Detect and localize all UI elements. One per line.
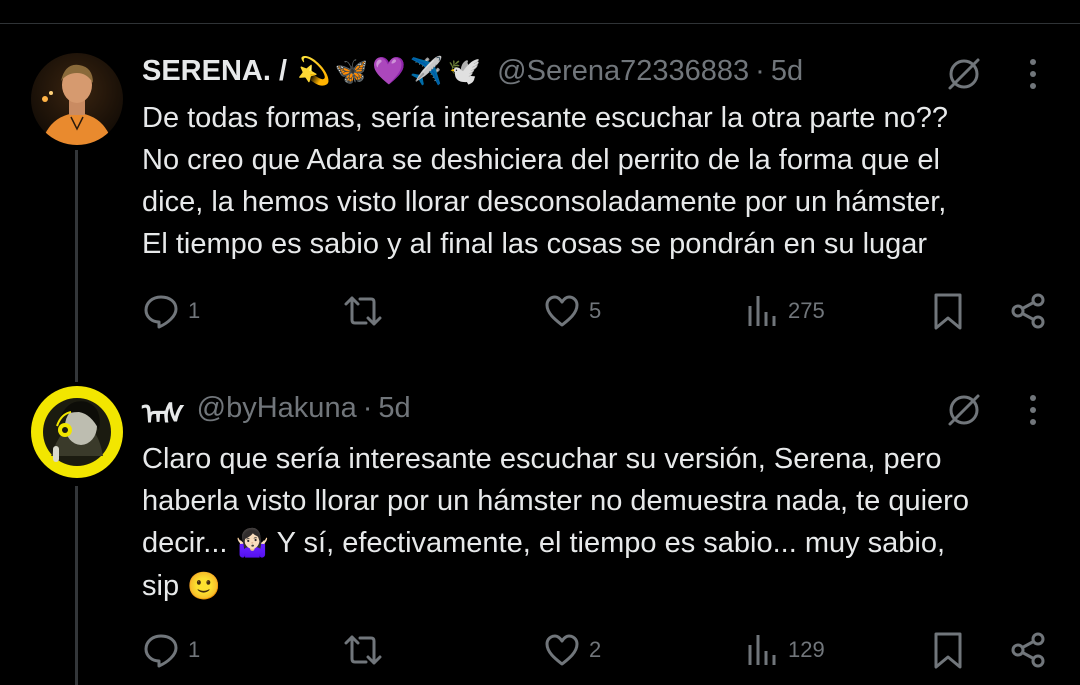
- reply-button[interactable]: 1: [142, 630, 200, 670]
- retweet-icon: [344, 635, 382, 665]
- retweet-icon: [344, 296, 382, 326]
- timestamp[interactable]: 5d: [771, 55, 803, 88]
- text-line: Claro que sería interesante escuchar su …: [142, 443, 942, 475]
- separator-dot: ·: [755, 54, 765, 87]
- tweet-header: ᠠᠰ @byHakuna · 5d: [142, 388, 411, 432]
- text-line: El tiempo es sabio y al final las cosas …: [142, 228, 928, 260]
- timestamp[interactable]: 5d: [378, 392, 410, 425]
- retweet-button[interactable]: [342, 291, 392, 331]
- user-handle[interactable]: @byHakuna: [197, 392, 357, 425]
- grok-icon[interactable]: [944, 390, 984, 430]
- reply-button[interactable]: 1: [142, 291, 200, 331]
- share-icon: [1011, 632, 1045, 668]
- retweet-button[interactable]: [342, 630, 392, 670]
- reply-icon: [144, 634, 178, 668]
- share-button[interactable]: [1008, 630, 1048, 670]
- emoji: 💫: [297, 56, 331, 87]
- display-name[interactable]: SERENA. /: [142, 55, 287, 88]
- text-line: sip 🙂: [142, 565, 1062, 608]
- views-icon: [748, 635, 776, 665]
- views-icon: [748, 296, 776, 326]
- tweet[interactable]: SERENA. / 💫 🦋 💜 ✈️ 🕊️ @Serena72336883 · …: [0, 0, 1080, 370]
- text-fragment: Y sí, efectivamente, el tiempo es sabio.…: [269, 527, 946, 559]
- like-icon: [545, 295, 579, 327]
- bookmark-button[interactable]: [930, 291, 966, 331]
- tweet-text: Claro que sería interesante escuchar su …: [142, 438, 1062, 608]
- name-emojis: 💫 🦋 💜 ✈️ 🕊️: [297, 55, 485, 87]
- smile-emoji: 🙂: [187, 571, 221, 602]
- bookmark-icon: [934, 293, 962, 330]
- like-count: 5: [589, 298, 602, 323]
- views-button[interactable]: 129: [746, 630, 825, 670]
- bookmark-icon: [934, 632, 962, 669]
- text-line: De todas formas, sería interesante escuc…: [142, 102, 948, 134]
- emoji: 💜: [372, 56, 406, 87]
- share-button[interactable]: [1008, 291, 1048, 331]
- text-line: haberla visto llorar por un hámster no d…: [142, 485, 969, 517]
- share-icon: [1011, 293, 1045, 329]
- bookmark-button[interactable]: [930, 630, 966, 670]
- tweet-text: De todas formas, sería interesante escuc…: [142, 97, 1062, 265]
- emoji: 🦋: [334, 56, 369, 87]
- text-line: No creo que Adara se deshiciera del perr…: [142, 144, 940, 176]
- like-icon: [545, 634, 579, 666]
- reply-count: 1: [188, 298, 201, 323]
- reply-count: 1: [188, 637, 201, 662]
- emoji: 🕊️: [447, 56, 482, 87]
- like-button[interactable]: 2: [543, 630, 601, 670]
- emoji: ✈️: [409, 56, 444, 87]
- text-fragment: sip: [142, 570, 188, 602]
- avatar[interactable]: [31, 53, 123, 145]
- views-count: 129: [788, 637, 825, 662]
- like-count: 2: [589, 637, 602, 662]
- text-line: dice, la hemos visto llorar desconsolada…: [142, 186, 947, 218]
- user-handle[interactable]: @Serena72336883: [497, 55, 749, 88]
- shrug-emoji: 🤷🏻‍♀️: [235, 528, 270, 559]
- display-name[interactable]: ᠠᠰ: [142, 383, 185, 433]
- like-button[interactable]: 5: [543, 291, 601, 331]
- reply-icon: [144, 295, 178, 329]
- separator-dot: ·: [362, 391, 373, 424]
- grok-icon[interactable]: [944, 54, 984, 94]
- views-count: 275: [788, 298, 825, 323]
- avatar[interactable]: [31, 386, 123, 478]
- text-fragment: decir...: [142, 527, 236, 559]
- text-line: decir... 🤷🏻‍♀️ Y sí, efectivamente, el t…: [142, 522, 1062, 565]
- tweet-header: SERENA. / 💫 🦋 💜 ✈️ 🕊️ @Serena72336883 · …: [142, 51, 803, 91]
- tweet[interactable]: ᠠᠰ @byHakuna · 5d Claro que sería intere…: [0, 370, 1080, 685]
- views-button[interactable]: 275: [746, 291, 825, 331]
- more-icon[interactable]: [1018, 390, 1048, 430]
- more-icon[interactable]: [1018, 54, 1048, 94]
